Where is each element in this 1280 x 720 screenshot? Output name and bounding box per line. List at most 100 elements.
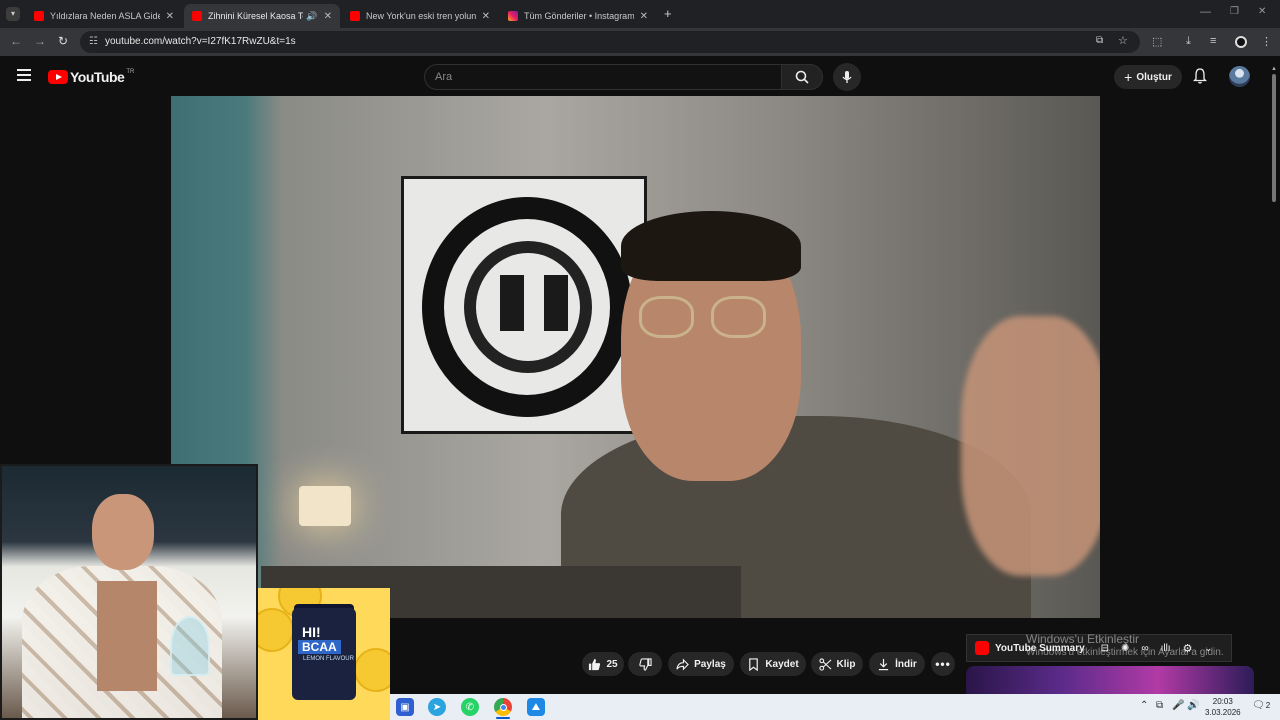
thumbs-up-icon [589,658,601,670]
site-info-icon[interactable]: ☷ [89,36,98,47]
media-controls-icon[interactable]: ≡ [1210,35,1216,47]
share-button[interactable]: Paylaş [668,652,734,676]
ad-product: BCAA [298,640,341,654]
download-icon [879,658,889,670]
forward-icon[interactable]: → [34,34,46,48]
new-tab-button[interactable]: + [664,6,672,21]
video-player[interactable] [171,96,1100,618]
pip-drinking-glass [170,616,210,676]
whatsapp-icon[interactable]: ✆ [461,698,479,716]
search-input[interactable] [425,65,781,89]
browser-tab[interactable]: New York'un eski tren yolunda ✕ [342,4,498,28]
thumbs-down-icon [638,657,652,671]
youtube-header: YouTube TR + Oluştur [0,56,1280,96]
tray-app-icon[interactable]: ⧉ [1156,700,1163,711]
tray-volume-icon[interactable]: 🔊 [1187,700,1199,711]
close-tab-icon[interactable]: ✕ [166,11,174,22]
tab-title: Zihnini Küresel Kaosa Teslim [208,11,303,21]
plus-icon: + [1124,69,1133,85]
share-label: Paylaş [694,658,726,670]
presenter-hair [621,211,801,281]
browser-tab[interactable]: Yıldızlara Neden ASLA Gidemeyi ✕ [26,4,182,28]
download-label: İndir [895,658,917,670]
tab-title: New York'un eski tren yolunda [366,11,476,21]
search-icon [795,70,809,84]
page-scrollbar[interactable]: ▲ [1270,66,1278,720]
wall-artwork [401,176,647,434]
telegram-icon[interactable]: ➤ [428,698,446,716]
dislike-button[interactable] [628,652,662,676]
restore-window-button[interactable]: ❐ [1230,6,1239,17]
search-button[interactable] [781,64,823,90]
audio-playing-icon[interactable]: 🔊 [306,11,317,22]
close-tab-icon[interactable]: ✕ [482,11,490,22]
browser-menu-icon[interactable]: ⋮ [1261,35,1272,48]
clip-label: Klip [836,658,856,670]
voice-search-button[interactable] [833,63,861,91]
url-text: youtube.com/watch?v=I27fK17RwZU&t=1s [105,36,296,47]
create-button[interactable]: + Oluştur [1114,65,1182,89]
like-button[interactable]: 25 [582,652,624,676]
account-avatar[interactable] [1229,66,1250,87]
back-icon[interactable]: ← [10,34,22,48]
product-ad-overlay[interactable]: HI! BCAA LEMON FLAVOUR [258,588,390,720]
task-view-app-icon[interactable]: ▣ [396,698,414,716]
tab-title: Tüm Gönderiler • Instagram [524,11,634,21]
microphone-icon [842,71,852,83]
profile-avatar[interactable] [1235,36,1247,48]
hamburger-menu-icon[interactable] [17,69,31,81]
minimize-window-button[interactable]: — [1200,6,1211,18]
close-tab-icon[interactable]: ✕ [324,11,332,22]
browser-tab-strip: ▾ Yıldızlara Neden ASLA Gidemeyi ✕ Zihni… [0,0,1280,28]
watermark-title: Windows'u Etkinleştir [1026,632,1139,646]
region-code: TR [126,69,135,75]
clock-date: 3.03.2026 [1205,708,1241,717]
chrome-icon[interactable] [494,698,512,716]
more-actions-button[interactable]: ••• [931,652,955,676]
browser-toolbar: ← → ↻ ☷ youtube.com/watch?v=I27fK17RwZU&… [0,28,1280,56]
watermark-subtitle: Windows'u etkinleştirmek için Ayarlar'a … [1026,647,1224,658]
save-label: Kaydet [765,658,799,670]
address-bar[interactable]: ☷ youtube.com/watch?v=I27fK17RwZU&t=1s ⧉… [80,31,1140,53]
tab-list-dropdown[interactable]: ▾ [6,7,20,21]
scroll-up-arrow-icon[interactable]: ▲ [1271,66,1277,72]
search-box [424,64,782,90]
instagram-favicon-icon [508,11,518,21]
browser-tab-active[interactable]: Zihnini Küresel Kaosa Teslim 🔊 ✕ [184,4,340,28]
photos-app-icon[interactable]: ⛰ [527,698,545,716]
scissors-icon [818,657,831,671]
like-count: 25 [606,658,618,670]
recommended-video-thumbnail[interactable] [966,666,1254,696]
share-icon [676,658,689,670]
close-tab-icon[interactable]: ✕ [640,11,648,22]
more-horiz-icon: ••• [935,657,951,671]
notifications-bell-icon[interactable] [1192,68,1208,89]
youtube-favicon-icon [192,11,202,21]
clip-button[interactable]: Klip [811,652,863,676]
ad-brand: HI! [302,624,321,640]
youtube-logo[interactable]: YouTube TR [48,69,134,85]
downloads-icon[interactable]: ⤓ [1186,35,1191,48]
download-button[interactable]: İndir [869,652,925,676]
pip-person-face [92,494,154,570]
table-lamp [299,486,351,526]
save-button[interactable]: Kaydet [740,652,806,676]
scrollbar-thumb[interactable] [1272,74,1276,202]
youtube-summary-logo-icon [975,641,989,655]
tray-mic-icon[interactable]: 🎤 [1172,700,1184,711]
system-clock[interactable]: 20:03 3.03.2026 [1205,696,1241,718]
notification-center-icon[interactable]: 🗨2 [1252,700,1270,711]
create-label: Oluştur [1136,71,1172,83]
extensions-icon[interactable]: ⬚ [1152,35,1162,48]
install-app-icon[interactable]: ⧉ [1096,35,1103,46]
bookmark-star-icon[interactable]: ☆ [1118,34,1128,47]
reload-icon[interactable]: ↻ [58,34,68,48]
tray-chevron-up-icon[interactable]: ⌃ [1140,700,1148,711]
ad-flavor: LEMON FLAVOUR [303,656,354,662]
presenter-hand [961,316,1100,576]
browser-tab[interactable]: Tüm Gönderiler • Instagram ✕ [500,4,656,28]
bookmark-icon [749,657,759,671]
picture-in-picture-video[interactable] [0,464,258,720]
close-window-button[interactable]: ✕ [1258,6,1266,17]
youtube-favicon-icon [34,11,44,21]
